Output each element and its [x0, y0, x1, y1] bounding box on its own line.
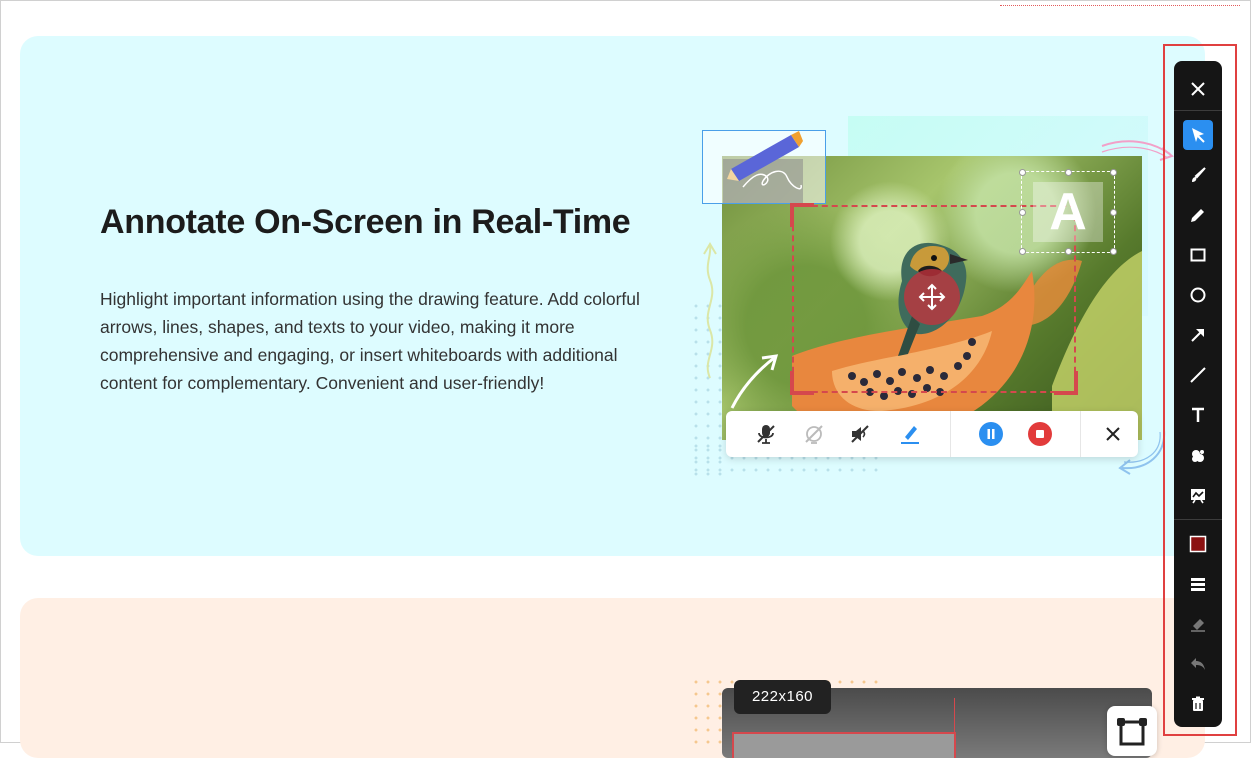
circle-icon[interactable]: [1183, 280, 1213, 310]
speaker-off-icon[interactable]: [848, 422, 872, 446]
microphone-off-icon[interactable]: [754, 422, 778, 446]
line-weight-icon[interactable]: [1183, 569, 1213, 599]
crop-size-badge: 222x160: [734, 680, 831, 714]
undo-icon[interactable]: [1183, 649, 1213, 679]
pencil-icon[interactable]: [1183, 200, 1213, 230]
rectangle-icon[interactable]: [1183, 240, 1213, 270]
top-dashed-guide: [1000, 5, 1240, 6]
annotation-toolbar: [1174, 61, 1222, 727]
camera-off-icon[interactable]: [802, 422, 826, 446]
select-arrow-icon[interactable]: [1183, 120, 1213, 150]
section-description: Highlight important information using th…: [100, 289, 640, 393]
close-icon[interactable]: [1183, 74, 1213, 104]
section-title: Annotate On-Screen in Real-Time: [100, 203, 631, 241]
recording-control-bar: [726, 411, 1138, 457]
text-icon[interactable]: [1183, 400, 1213, 430]
whiteboard-icon[interactable]: [1183, 480, 1213, 510]
decor-white-arrow-icon: [730, 354, 779, 409]
eraser-icon[interactable]: [1183, 609, 1213, 639]
stop-icon[interactable]: [1028, 422, 1052, 446]
decor-squiggle-icon: [703, 242, 717, 379]
pen-icon[interactable]: [898, 422, 922, 446]
move-handle-icon[interactable]: [904, 269, 960, 325]
pencil-annotation-card: [702, 130, 826, 204]
trash-icon[interactable]: [1183, 689, 1213, 719]
text-annotation-letter: A: [1033, 182, 1103, 242]
line-icon[interactable]: [1183, 360, 1213, 390]
close-icon[interactable]: [1101, 422, 1125, 446]
fill-icon[interactable]: [1183, 440, 1213, 470]
text-annotation-box[interactable]: A: [1019, 169, 1117, 255]
color-swatch-icon[interactable]: [1183, 529, 1213, 559]
brush-icon[interactable]: [1183, 160, 1213, 190]
arrow-icon[interactable]: [1183, 320, 1213, 350]
pause-icon[interactable]: [979, 422, 1003, 446]
crop-icon[interactable]: [1107, 706, 1157, 756]
